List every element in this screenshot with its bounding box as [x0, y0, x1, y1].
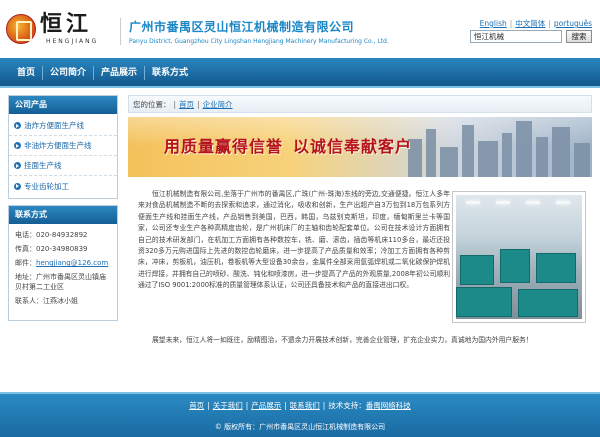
site-header: 恒江 HENGJIANG 广州市番禺区灵山恒江机械制造有限公司 Panyu Di…: [0, 0, 600, 58]
skyline-building: [536, 137, 548, 177]
footer-links: 首页 | 关于我们 | 产品展示 | 联系我们 | 技术支持：番禺网络科技: [189, 401, 411, 410]
factory-image: [456, 195, 582, 319]
arrow-bullet-icon: [14, 122, 21, 129]
machine-shape: [536, 253, 576, 283]
logo-emblem-icon: [6, 14, 36, 44]
machine-shape: [500, 249, 530, 283]
machine-shape: [460, 255, 494, 285]
search-input[interactable]: [470, 30, 562, 43]
footer-link-products[interactable]: 产品展示: [251, 401, 281, 410]
company-logo[interactable]: 恒江 HENGJIANG: [6, 12, 116, 48]
products-panel-title: 公司产品: [9, 96, 117, 114]
logo-english-text: HENGJIANG: [46, 38, 99, 45]
copyright-text: © 版权所有：广州市番禺区灵山恒江机械制造有限公司: [214, 423, 386, 431]
arrow-bullet-icon: [14, 182, 21, 190]
contact-phone: 电话：020-84932892: [15, 231, 88, 239]
nav-item-contact[interactable]: 联系方式: [145, 58, 195, 88]
skyline-building: [552, 127, 570, 177]
contact-fax: 传真：020-34980839: [15, 245, 88, 253]
closing-paragraph: 展望未来，恒江人将一如既往，励精图治，不遗余力开展技术创新，完善企业管理，扩充企…: [152, 336, 533, 344]
factory-photo: [452, 191, 586, 323]
contact-info: 电话：020-84932892 传真：020-34980839 邮件：hengj…: [9, 224, 117, 320]
sidebar: 公司产品 油炸方便面生产线 非油炸方便面生产线 挂面生产线 专业齿轮加工 联系方…: [8, 95, 118, 327]
footer-link-home[interactable]: 首页: [189, 401, 204, 410]
skyline-building: [478, 141, 498, 177]
email-link[interactable]: hengjiang@126.com: [36, 259, 108, 267]
breadcrumb-label: 您的位置：: [133, 100, 171, 109]
nav-item-about[interactable]: 公司简介: [43, 58, 93, 88]
skyline-building: [426, 129, 436, 177]
intro-paragraph: 恒江机械制造有限公司,坐落于广州市的番禺区,广珠(广州-珠海)东线的旁边,交通便…: [138, 190, 450, 290]
sidebar-item-nonfried-noodle-line[interactable]: 非油炸方便面生产线: [9, 136, 117, 156]
lang-portuguese-link[interactable]: português: [554, 19, 592, 28]
footer-link-contact[interactable]: 联系我们: [290, 401, 320, 410]
contact-panel: 联系方式 电话：020-84932892 传真：020-34980839 邮件：…: [8, 205, 118, 321]
lang-chinese-link[interactable]: 中文简体: [515, 19, 545, 28]
breadcrumb-home-link[interactable]: 首页: [179, 100, 194, 109]
sidebar-item-gear-machining[interactable]: 专业齿轮加工: [9, 176, 117, 196]
products-panel: 公司产品 油炸方便面生产线 非油炸方便面生产线 挂面生产线 专业齿轮加工: [8, 95, 118, 199]
slogan-banner: 用质量赢得信誉 以诚信奉献客户: [128, 117, 592, 177]
skyline-building: [516, 121, 532, 177]
search-form: 搜索: [470, 30, 592, 43]
nav-item-products[interactable]: 产品展示: [94, 58, 144, 88]
lang-separator: |: [548, 19, 551, 28]
skyline-building: [462, 125, 474, 177]
contact-address: 地址：广州市番禺区灵山镇庙贝村第二工业区: [15, 273, 106, 291]
tech-support-link[interactable]: 番禺网络科技: [366, 401, 411, 410]
arrow-bullet-icon: [14, 162, 21, 169]
company-name: 广州市番禺区灵山恒江机械制造有限公司: [129, 20, 355, 34]
sidebar-item-dried-noodle-line[interactable]: 挂面生产线: [9, 156, 117, 176]
breadcrumb-current-link[interactable]: 企业简介: [203, 100, 233, 109]
sidebar-item-label: 油炸方便面生产线: [24, 121, 84, 130]
sidebar-item-label: 挂面生产线: [24, 161, 62, 170]
skyline-building: [574, 143, 590, 177]
company-intro: 恒江机械制造有限公司,坐落于广州市的番禺区,广珠(广州-珠海)东线的旁边,交通便…: [128, 189, 592, 349]
machine-shape: [518, 289, 578, 317]
skyline-building: [440, 147, 458, 177]
sidebar-item-label: 非油炸方便面生产线: [24, 141, 92, 150]
main-nav: 首页 公司简介 产品展示 联系方式: [0, 58, 600, 88]
contact-person: 联系人：江燕冰小姐: [15, 297, 78, 305]
tech-support-label: 技术支持：: [328, 401, 366, 410]
search-button[interactable]: 搜索: [566, 30, 592, 43]
sidebar-item-label: 专业齿轮加工: [24, 181, 69, 191]
language-switcher: English | 中文简体 | português: [480, 18, 592, 29]
sidebar-item-fried-noodle-line[interactable]: 油炸方便面生产线: [9, 116, 117, 136]
skyline-building: [502, 133, 512, 177]
nav-item-home[interactable]: 首页: [10, 58, 42, 88]
arrow-bullet-icon: [14, 142, 21, 149]
banner-slogan: 用质量赢得信誉 以诚信奉献客户: [164, 137, 413, 156]
logo-chinese-text: 恒江: [40, 11, 93, 37]
company-heading: 广州市番禺区灵山恒江机械制造有限公司 Panyu District, Guang…: [120, 18, 389, 45]
products-list: 油炸方便面生产线 非油炸方便面生产线 挂面生产线 专业齿轮加工: [9, 114, 117, 198]
breadcrumb: 您的位置： | 首页 | 企业简介: [128, 95, 592, 113]
site-footer: 首页 | 关于我们 | 产品展示 | 联系我们 | 技术支持：番禺网络科技 © 版权所有：广州市…: [0, 392, 600, 437]
main-content: 您的位置： | 首页 | 企业简介 用质量赢得信誉 以诚信奉献客户 恒江机械制造有限公司,…: [128, 95, 592, 349]
contact-panel-title: 联系方式: [9, 206, 117, 224]
company-address-en: Panyu District, Guangzhou City Lingshan …: [129, 38, 389, 45]
contact-email: 邮件：hengjiang@126.com: [15, 259, 109, 267]
lang-separator: |: [509, 19, 513, 28]
lang-english-link[interactable]: English: [480, 19, 507, 28]
machine-shape: [456, 287, 512, 317]
footer-link-about[interactable]: 关于我们: [213, 401, 243, 410]
